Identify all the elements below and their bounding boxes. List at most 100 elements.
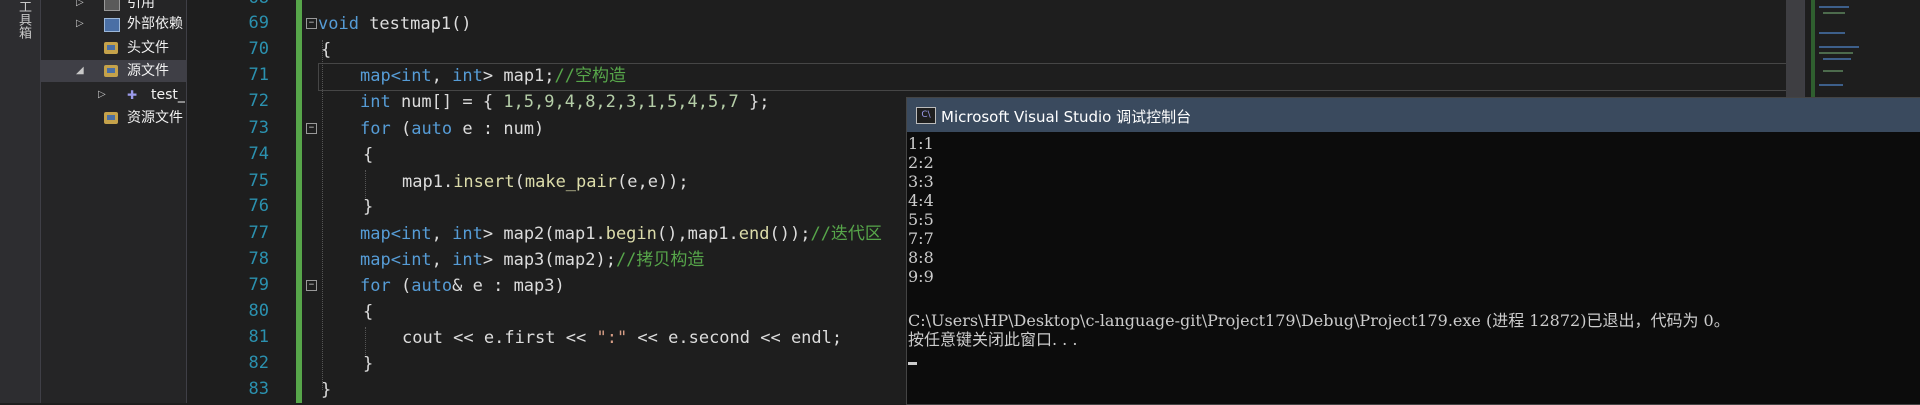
console-title: Microsoft Visual Studio 调试控制台 (941, 108, 1192, 126)
line-number: 74 (248, 144, 269, 164)
code-token: insert (453, 172, 515, 192)
console-output-line: 2:2 (908, 153, 934, 172)
minimap-line (1819, 46, 1859, 48)
minimap-line (1819, 84, 1843, 86)
console-exit-message: C:\Users\HP\Desktop\c-language-git\Proje… (908, 311, 1730, 330)
line-number: 76 (248, 196, 269, 216)
code-line-79: for (auto& e : map3) (360, 273, 565, 299)
reference-icon (104, 0, 120, 11)
code-line-80: { (363, 299, 373, 325)
toolbox-label[interactable]: 工具箱 (14, 0, 33, 39)
code-token: map< (360, 224, 401, 244)
code-token: (),map1. (656, 224, 739, 244)
code-line-75: map1.insert(make_pair(e,e)); (402, 169, 689, 195)
code-token: int (452, 250, 483, 270)
tree-item-source-files[interactable]: ◢ 源文件 (41, 60, 186, 82)
console-cursor (908, 362, 917, 365)
code-line-73: for (auto e : num) (360, 116, 544, 142)
code-token: testmap1() (358, 14, 472, 34)
line-number: 75 (248, 171, 269, 191)
code-token: , (431, 250, 453, 270)
code-token: int (400, 224, 432, 244)
tree-item-references[interactable]: ▷ 引用 (41, 0, 186, 14)
expand-arrow-icon[interactable]: ▷ (76, 0, 84, 14)
code-comment: //拷贝构造 (615, 250, 705, 270)
line-number: 71 (248, 65, 269, 85)
code-token: num[] = { (390, 92, 504, 112)
console-titlebar[interactable]: C\ Microsoft Visual Studio 调试控制台 (907, 98, 1920, 132)
fold-toggle-icon[interactable]: − (306, 123, 317, 134)
line-number: 68 (209, 0, 269, 8)
console-press-key-message: 按任意键关闭此窗口. . . (908, 330, 1078, 349)
tree-item-label: 引用 (127, 0, 155, 11)
collapse-arrow-icon[interactable]: ◢ (76, 60, 84, 82)
code-token: end (738, 224, 770, 244)
console-output[interactable]: 1:1 2:2 3:3 4:4 5:5 7:7 8:8 9:9 C:\Users… (908, 134, 1920, 404)
tree-item-test-file[interactable]: ▷ ✚ test_ (41, 84, 186, 106)
console-output-line: 3:3 (908, 172, 934, 191)
line-number: 81 (248, 327, 269, 347)
code-token: auto (411, 119, 453, 139)
line-number: 69 (248, 13, 269, 33)
line-number: 80 (248, 301, 269, 321)
folder-icon (104, 112, 118, 124)
line-number: 72 (248, 91, 269, 111)
minimap-line (1823, 12, 1845, 14)
code-token: int (400, 66, 432, 86)
code-token: } (363, 197, 374, 217)
code-token: int (452, 224, 483, 244)
code-token: } (363, 354, 374, 374)
code-token: void (318, 14, 359, 34)
code-line-82: } (363, 351, 373, 377)
line-number: 78 (248, 249, 269, 269)
tree-item-resource-files[interactable]: 资源文件 (41, 107, 186, 129)
line-number: 70 (248, 39, 269, 59)
code-line-81: cout << e.first << ":" << e.second << en… (402, 325, 842, 351)
minimap-line (1823, 70, 1843, 72)
code-token: { (363, 302, 374, 322)
tree-item-label: 外部依赖 (127, 16, 183, 32)
console-output-line: 1:1 (908, 134, 934, 153)
code-token: > map3(map2); (482, 250, 616, 270)
code-line-77: map<int, int> map2(map1.begin(),map1.end… (360, 221, 882, 247)
expand-arrow-icon[interactable]: ▷ (98, 84, 106, 106)
console-output-line: 5:5 (908, 210, 934, 229)
console-app-icon: C\ (916, 107, 936, 124)
code-token: map< (360, 250, 401, 270)
code-token: > map2(map1. (482, 224, 606, 244)
code-line-69: void testmap1() (318, 11, 472, 37)
fold-toggle-icon[interactable]: − (306, 18, 317, 29)
fold-toggle-icon[interactable]: − (306, 280, 317, 291)
code-string: ":" (596, 328, 628, 348)
code-token: << e.second << endl; (627, 328, 843, 348)
minimap-line (1819, 52, 1853, 54)
code-line-76: } (363, 194, 373, 220)
code-token: 1,5,9,4,8,2,3,1,5,4,5,7 (503, 92, 739, 112)
folder-icon (104, 42, 118, 54)
code-comment: //迭代区 (810, 224, 882, 244)
code-token: { (363, 145, 374, 165)
tree-item-header-files[interactable]: 头文件 (41, 37, 186, 59)
code-comment: //空构造 (554, 66, 627, 86)
code-line-83: } (321, 377, 331, 403)
code-token: auto (411, 276, 453, 296)
folder-icon (104, 65, 118, 77)
tree-item-label: 资源文件 (127, 110, 183, 126)
cpp-file-icon: ✚ (127, 88, 138, 102)
expand-arrow-icon[interactable]: ▷ (76, 13, 84, 35)
code-token: ()); (769, 224, 811, 244)
debug-console-window[interactable]: C\ Microsoft Visual Studio 调试控制台 1:1 2:2… (906, 97, 1920, 405)
code-line-71: map<int, int> map1;//空构造 (360, 63, 626, 89)
minimap-line (1819, 32, 1845, 34)
code-line-78: map<int, int> map3(map2);//拷贝构造 (360, 247, 704, 273)
console-output-line: 4:4 (908, 191, 934, 210)
code-token: int (360, 92, 391, 112)
code-token: ( (514, 172, 525, 192)
code-token: begin (605, 224, 657, 244)
line-number: 77 (248, 223, 269, 243)
external-deps-icon (104, 18, 120, 32)
toolbox-strip[interactable]: 工具箱 (0, 0, 41, 403)
tree-item-external-deps[interactable]: ▷ 外部依赖 (41, 13, 186, 35)
console-output-line: 9:9 (908, 267, 934, 286)
code-token: } (321, 380, 332, 400)
